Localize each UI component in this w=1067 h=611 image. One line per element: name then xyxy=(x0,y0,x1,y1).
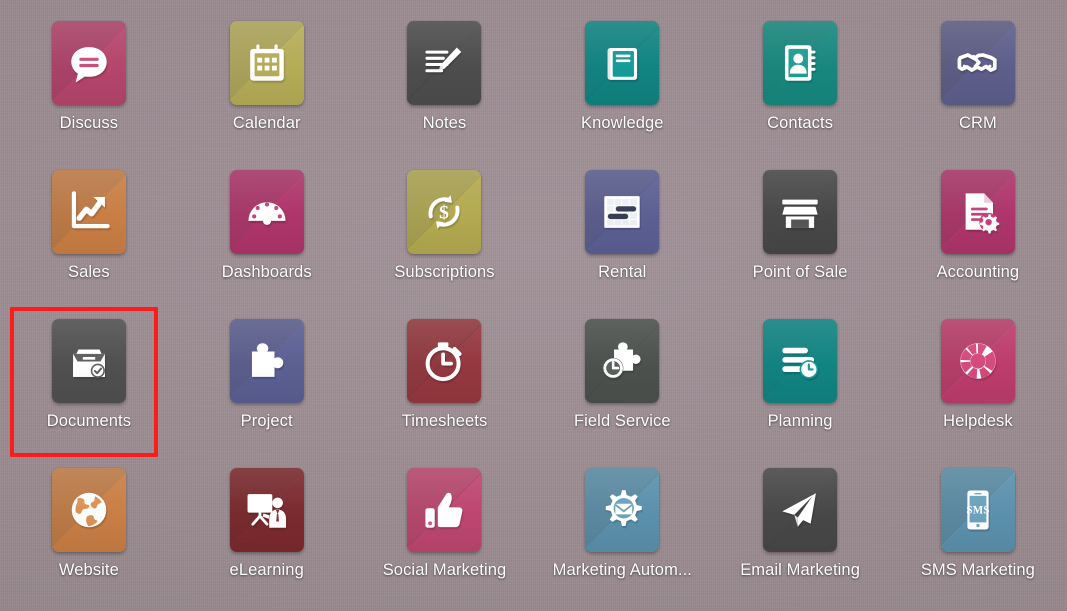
app-tile-dashboards[interactable]: Dashboards xyxy=(178,161,356,310)
app-tile-contacts[interactable]: Contacts xyxy=(711,12,889,161)
app-label: SMS Marketing xyxy=(920,561,1035,579)
app-tile-sms-marketing[interactable]: SMS Marketing xyxy=(889,459,1067,608)
gantt-grid-icon[interactable] xyxy=(585,170,660,254)
app-tile-discuss[interactable]: Discuss xyxy=(0,12,178,161)
app-tile-social-marketing[interactable]: Social Marketing xyxy=(356,459,534,608)
app-label: Sales xyxy=(68,263,110,281)
app-label: CRM xyxy=(958,114,997,132)
shop-awning-icon[interactable] xyxy=(763,170,838,254)
puzzle-piece-icon[interactable] xyxy=(229,319,304,403)
thumbs-up-icon[interactable] xyxy=(407,468,482,552)
app-label: Project xyxy=(240,412,293,430)
app-label: eLearning xyxy=(229,561,304,579)
app-label: Notes xyxy=(422,114,467,132)
app-label: Calendar xyxy=(232,114,301,132)
app-tile-rental[interactable]: Rental xyxy=(533,161,711,310)
paper-plane-icon[interactable] xyxy=(763,468,838,552)
address-book-icon[interactable] xyxy=(763,21,838,105)
app-label: Social Marketing xyxy=(382,561,507,579)
app-tile-accounting[interactable]: Accounting xyxy=(889,161,1067,310)
chat-bubble-icon[interactable] xyxy=(51,21,126,105)
presenter-board-icon[interactable] xyxy=(229,468,304,552)
app-label: Email Marketing xyxy=(740,561,860,579)
bars-clock-icon[interactable] xyxy=(763,319,838,403)
app-tile-sales[interactable]: Sales xyxy=(0,161,178,310)
growth-chart-icon[interactable] xyxy=(51,170,126,254)
sms-phone-icon[interactable] xyxy=(940,468,1015,552)
app-tile-marketing-autom[interactable]: Marketing Autom... xyxy=(533,459,711,608)
app-label: Documents xyxy=(46,412,132,430)
app-tile-calendar[interactable]: Calendar xyxy=(178,12,356,161)
app-tile-field-service[interactable]: Field Service xyxy=(533,310,711,459)
book-icon[interactable] xyxy=(585,21,660,105)
app-tile-subscriptions[interactable]: Subscriptions xyxy=(356,161,534,310)
app-label: Marketing Autom... xyxy=(552,561,692,579)
app-tile-planning[interactable]: Planning xyxy=(711,310,889,459)
app-tile-timesheets[interactable]: Timesheets xyxy=(356,310,534,459)
note-pencil-icon[interactable] xyxy=(407,21,482,105)
documents-check-icon[interactable] xyxy=(51,319,126,403)
app-tile-point-of-sale[interactable]: Point of Sale xyxy=(711,161,889,310)
app-label: Helpdesk xyxy=(943,412,1013,430)
app-tile-notes[interactable]: Notes xyxy=(356,12,534,161)
stopwatch-icon[interactable] xyxy=(407,319,482,403)
app-label: Field Service xyxy=(573,412,671,430)
invoice-gear-icon[interactable] xyxy=(940,170,1015,254)
calendar-icon[interactable] xyxy=(229,21,304,105)
puzzle-clock-icon[interactable] xyxy=(585,319,660,403)
app-tile-helpdesk[interactable]: Helpdesk xyxy=(889,310,1067,459)
app-label: Website xyxy=(58,561,119,579)
app-label: Planning xyxy=(767,412,833,430)
app-label: Knowledge xyxy=(581,114,664,132)
gear-envelope-icon[interactable] xyxy=(585,468,660,552)
recurring-dollar-icon[interactable] xyxy=(407,170,482,254)
handshake-icon[interactable] xyxy=(940,21,1015,105)
app-tile-website[interactable]: Website xyxy=(0,459,178,608)
app-tile-knowledge[interactable]: Knowledge xyxy=(533,12,711,161)
globe-icon[interactable] xyxy=(51,468,126,552)
gauge-icon[interactable] xyxy=(229,170,304,254)
app-tile-crm[interactable]: CRM xyxy=(889,12,1067,161)
app-label: Accounting xyxy=(936,263,1020,281)
apps-grid: Discuss Calendar Notes Knowledge Contacts CRM… xyxy=(0,0,1067,611)
app-label: Contacts xyxy=(767,114,834,132)
app-label: Discuss xyxy=(59,114,119,132)
app-label: Point of Sale xyxy=(752,263,848,281)
app-tile-documents[interactable]: Documents xyxy=(0,310,178,459)
app-tile-elearning[interactable]: eLearning xyxy=(178,459,356,608)
app-label: Rental xyxy=(598,263,647,281)
app-tile-email-marketing[interactable]: Email Marketing xyxy=(711,459,889,608)
app-tile-project[interactable]: Project xyxy=(178,310,356,459)
app-label: Timesheets xyxy=(401,412,488,430)
app-label: Dashboards xyxy=(221,263,312,281)
app-label: Subscriptions xyxy=(394,263,495,281)
lifebuoy-icon[interactable] xyxy=(940,319,1015,403)
